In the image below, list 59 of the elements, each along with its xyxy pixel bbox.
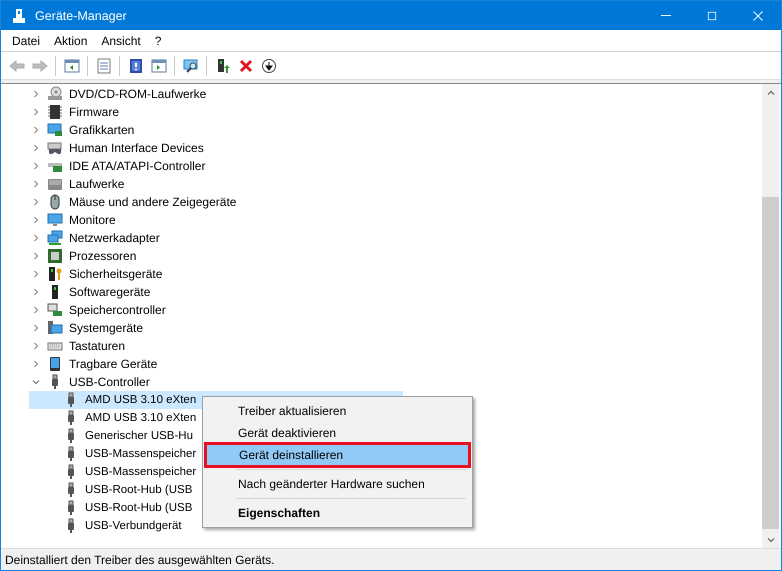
- tree-item[interactable]: Prozessoren: [67, 248, 138, 264]
- tree-item[interactable]: Grafikkarten: [67, 122, 136, 138]
- drive-icon: [47, 176, 63, 192]
- window-pane-icon[interactable]: [64, 58, 80, 74]
- device-manager-icon: [11, 8, 27, 24]
- tree-item[interactable]: Mäuse und andere Zeigegeräte: [67, 194, 238, 210]
- window-pane-icon[interactable]: [150, 58, 166, 74]
- maximize-icon: [706, 10, 718, 22]
- menu-item[interactable]: Datei: [5, 34, 48, 48]
- processor-icon: [47, 248, 63, 264]
- menu-item[interactable]: Eigenschaften: [205, 502, 470, 524]
- tree-item[interactable]: IDE ATA/ATAPI-Controller: [67, 158, 208, 174]
- tree-item[interactable]: Systemgeräte: [67, 320, 146, 336]
- tree-item[interactable]: Laufwerke: [67, 176, 126, 192]
- tree-item[interactable]: Tragbare Geräte: [67, 356, 160, 372]
- device-key-icon: [47, 266, 63, 282]
- computer-icon: [47, 320, 63, 336]
- tree-item[interactable]: Monitore: [67, 212, 118, 228]
- properties-icon[interactable]: [96, 58, 112, 74]
- menu-item[interactable]: Nach geänderter Hardware suchen: [205, 473, 470, 495]
- tree-item[interactable]: USB-Verbundgerät: [83, 518, 184, 534]
- tree-item[interactable]: DVD/CD-ROM-Laufwerke: [67, 86, 208, 102]
- cross-icon[interactable]: [238, 58, 254, 74]
- tree-item[interactable]: Sicherheitsgeräte: [67, 266, 164, 282]
- tree-item[interactable]: USB-Controller: [67, 374, 152, 390]
- menu-item[interactable]: Treiber aktualisieren: [205, 400, 470, 422]
- tree-item[interactable]: Firmware: [67, 104, 121, 120]
- tree-item[interactable]: AMD USB 3.10 eXten: [83, 410, 198, 426]
- portable-device-icon: [47, 356, 63, 372]
- tree-item[interactable]: Generischer USB-Hu: [83, 428, 196, 444]
- download-circle-icon[interactable]: [260, 58, 276, 74]
- menu-item[interactable]: Aktion: [47, 34, 94, 48]
- network-monitors-icon: [47, 230, 63, 246]
- drive-disc-icon: [47, 86, 63, 102]
- tree-item[interactable]: Netzwerkadapter: [67, 230, 162, 246]
- window-title: Geräte-Manager: [35, 8, 128, 22]
- monitor-icon: [47, 212, 63, 228]
- tree-item[interactable]: Tastaturen: [67, 338, 128, 354]
- tree-item[interactable]: Human Interface Devices: [67, 140, 206, 156]
- tree-item[interactable]: USB-Massenspeicher: [83, 464, 198, 480]
- menu-item[interactable]: Gerät deaktivieren: [205, 422, 470, 444]
- scrollbar-thumb[interactable]: [762, 197, 779, 529]
- tree-item[interactable]: Speichercontroller: [67, 302, 168, 318]
- close-icon: [752, 10, 764, 22]
- menu-item[interactable]: Gerät deinstallieren: [206, 444, 469, 466]
- monitor-magnifier-icon[interactable]: [182, 58, 198, 74]
- storage-controller-icon: [47, 302, 63, 318]
- chip-icon: [47, 104, 63, 120]
- scrollbar[interactable]: [762, 84, 779, 548]
- tree-item[interactable]: AMD USB 3.10 eXten: [83, 392, 198, 408]
- minimize-icon: [661, 15, 671, 16]
- tree-item[interactable]: USB-Massenspeicher: [83, 446, 198, 462]
- menu-item[interactable]: ?: [148, 34, 168, 48]
- monitor-card-icon: [47, 122, 63, 138]
- tree-item[interactable]: Softwaregeräte: [67, 284, 152, 300]
- tree-item[interactable]: USB-Root-Hub (USB: [83, 482, 194, 498]
- menu-item[interactable]: Ansicht: [94, 34, 148, 48]
- tree-item[interactable]: USB-Root-Hub (USB: [83, 500, 194, 516]
- status-text: Deinstalliert den Treiber des ausgewählten Geräts.: [5, 552, 274, 566]
